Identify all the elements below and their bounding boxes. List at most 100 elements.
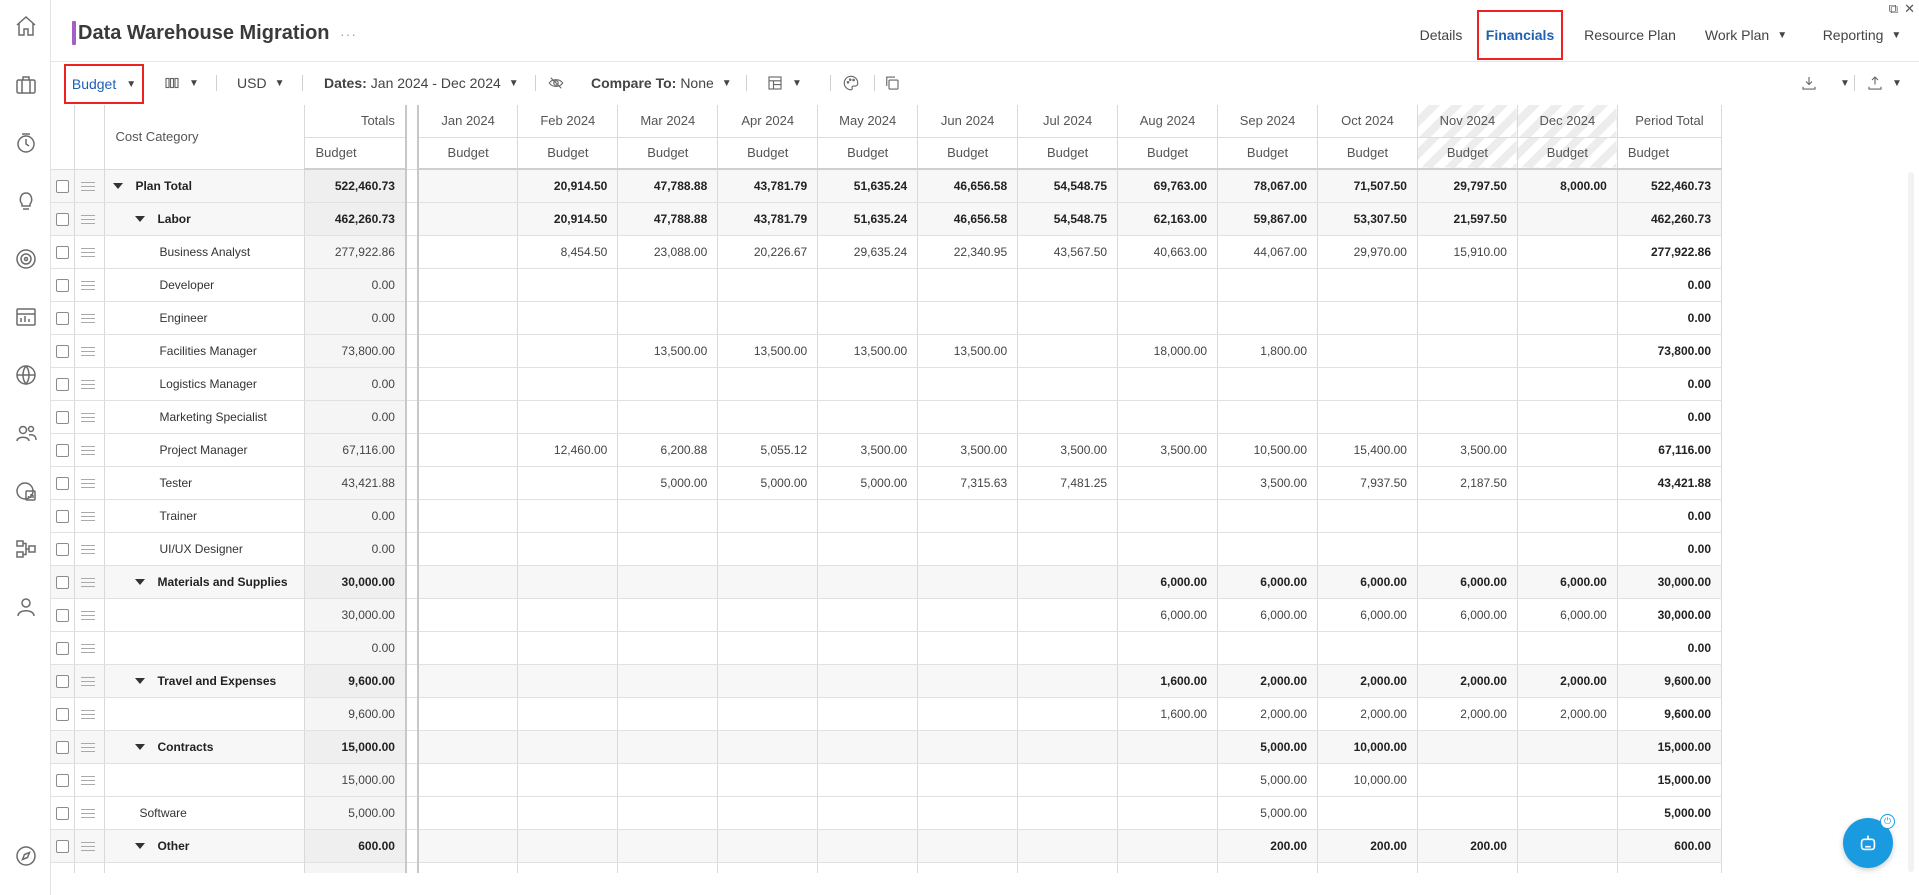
row-checkbox[interactable] [56, 839, 69, 853]
month-budget-cell[interactable]: 47,788.88 [617, 202, 719, 236]
month-budget-cell[interactable]: 23,088.00 [617, 235, 719, 269]
month-budget-cell[interactable] [817, 697, 919, 731]
month-budget-cell[interactable] [517, 697, 619, 731]
month-budget-cell[interactable]: 22,340.95 [917, 235, 1019, 269]
currency-selector[interactable]: USD ▼ [237, 63, 284, 103]
month-budget-cell[interactable] [617, 697, 719, 731]
month-budget-cell[interactable] [417, 499, 519, 533]
month-budget-cell[interactable] [417, 334, 519, 368]
month-budget-cell[interactable] [1517, 763, 1618, 797]
month-budget-cell[interactable] [617, 631, 719, 665]
month-budget-cell[interactable] [717, 862, 819, 873]
month-budget-cell[interactable] [417, 697, 519, 731]
row-checkbox[interactable] [56, 476, 69, 490]
month-budget-cell[interactable]: 13,500.00 [717, 334, 819, 368]
month-budget-cell[interactable]: 1,600.00 [1117, 697, 1219, 731]
month-budget-cell[interactable]: 1,800.00 [1217, 334, 1318, 368]
month-budget-cell[interactable] [1317, 862, 1418, 873]
month-budget-cell[interactable] [617, 730, 719, 764]
month-budget-cell[interactable] [917, 598, 1019, 632]
month-budget-cell[interactable] [1217, 499, 1318, 533]
row-checkbox[interactable] [56, 344, 69, 358]
month-budget-cell[interactable]: 13,500.00 [817, 334, 919, 368]
drag-handle-icon[interactable] [81, 643, 96, 653]
month-budget-cell[interactable] [1317, 499, 1418, 533]
month-budget-cell[interactable] [617, 565, 719, 599]
month-budget-cell[interactable]: 43,781.79 [717, 202, 819, 236]
month-budget-cell[interactable] [1417, 301, 1518, 335]
month-budget-cell[interactable] [717, 400, 819, 434]
month-budget-cell[interactable]: 3,500.00 [1217, 466, 1318, 500]
tab-details[interactable]: Details [1401, 10, 1481, 60]
table-row[interactable]: Software 5,000.00 5,000.00 5,000.00 [51, 796, 1722, 830]
row-checkbox[interactable] [56, 707, 69, 721]
month-budget-cell[interactable] [417, 565, 519, 599]
upload-button[interactable]: ▼ [1866, 63, 1902, 103]
month-budget-cell[interactable]: 6,000.00 [1317, 598, 1418, 632]
month-budget-cell[interactable]: 78,067.00 [1217, 169, 1318, 203]
month-budget-cell[interactable] [417, 598, 519, 632]
home-icon[interactable] [13, 13, 39, 39]
month-budget-cell[interactable] [517, 301, 619, 335]
hierarchy-icon[interactable] [13, 536, 39, 562]
month-budget-cell[interactable] [1217, 532, 1318, 566]
month-budget-cell[interactable]: 18,000.00 [1117, 334, 1219, 368]
month-budget-cell[interactable] [417, 862, 519, 873]
month-budget-cell[interactable]: 5,000.00 [617, 466, 719, 500]
drag-handle-icon[interactable] [81, 379, 96, 389]
copy-button[interactable] [883, 63, 901, 103]
month-budget-cell[interactable]: 2,000.00 [1217, 697, 1318, 731]
table-row[interactable]: Labor 462,260.73 20,914.50 47,788.88 43,781.… [51, 202, 1722, 236]
drag-handle-icon[interactable] [81, 577, 96, 587]
month-budget-cell[interactable] [1517, 532, 1618, 566]
month-budget-cell[interactable] [1217, 400, 1318, 434]
compare-selector[interactable]: Compare To: None ▼ [591, 63, 732, 103]
month-budget-cell[interactable] [517, 763, 619, 797]
month-budget-cell[interactable] [1017, 598, 1119, 632]
month-budget-cell[interactable] [1117, 268, 1219, 302]
month-budget-cell[interactable] [817, 796, 919, 830]
month-budget-cell[interactable] [917, 301, 1019, 335]
table-row[interactable]: 15,000.00 5,000.00 10,000.00 15,000.00 [51, 763, 1722, 797]
expand-toggle-icon[interactable] [135, 843, 146, 850]
view-selector-button[interactable]: Budget ▼ [64, 64, 144, 104]
month-budget-cell[interactable] [917, 367, 1019, 401]
month-budget-cell[interactable] [417, 664, 519, 698]
month-budget-cell[interactable] [1517, 367, 1618, 401]
month-budget-cell[interactable] [517, 565, 619, 599]
month-budget-cell[interactable]: 2,000.00 [1417, 664, 1518, 698]
layout-button[interactable]: ▼ [766, 63, 802, 103]
month-budget-cell[interactable] [1517, 268, 1618, 302]
month-budget-cell[interactable]: 10,000.00 [1317, 763, 1418, 797]
month-budget-cell[interactable] [1117, 400, 1219, 434]
row-checkbox[interactable] [56, 608, 69, 622]
month-budget-cell[interactable]: 6,000.00 [1217, 598, 1318, 632]
month-budget-cell[interactable] [417, 532, 519, 566]
month-budget-cell[interactable] [617, 598, 719, 632]
month-budget-cell[interactable] [1017, 565, 1119, 599]
month-budget-cell[interactable]: 62,163.00 [1117, 202, 1219, 236]
month-budget-cell[interactable] [417, 466, 519, 500]
table-row[interactable]: Logistics Manager 0.00 0.00 [51, 367, 1722, 401]
month-budget-cell[interactable] [717, 763, 819, 797]
month-budget-cell[interactable] [817, 400, 919, 434]
drag-handle-icon[interactable] [81, 742, 96, 752]
month-budget-cell[interactable] [1517, 235, 1618, 269]
month-budget-cell[interactable]: 10,000.00 [1317, 730, 1418, 764]
month-budget-cell[interactable] [817, 499, 919, 533]
month-budget-cell[interactable] [917, 631, 1019, 665]
month-budget-cell[interactable]: 13,500.00 [917, 334, 1019, 368]
month-budget-cell[interactable] [917, 400, 1019, 434]
month-budget-cell[interactable] [1217, 268, 1318, 302]
month-budget-cell[interactable] [1117, 367, 1219, 401]
drag-handle-icon[interactable] [81, 775, 96, 785]
month-budget-cell[interactable] [517, 829, 619, 863]
month-budget-cell[interactable]: 71,507.50 [1317, 169, 1418, 203]
month-budget-cell[interactable] [1317, 268, 1418, 302]
month-budget-cell[interactable] [417, 400, 519, 434]
month-budget-cell[interactable] [917, 829, 1019, 863]
row-checkbox[interactable] [56, 740, 69, 754]
month-budget-cell[interactable] [917, 730, 1019, 764]
table-row[interactable]: Marketing Specialist 0.00 0.00 [51, 400, 1722, 434]
table-row[interactable]: Business Analyst 277,922.86 8,454.50 23,088… [51, 235, 1722, 269]
